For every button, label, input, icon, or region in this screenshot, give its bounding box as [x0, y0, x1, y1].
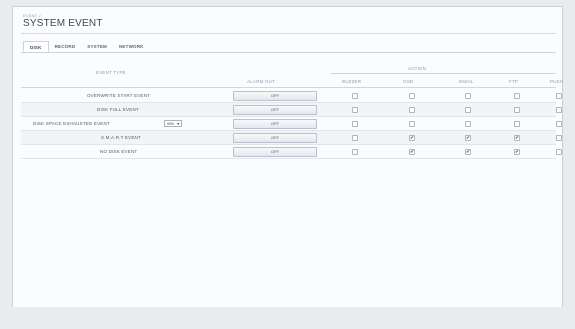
header-email: EMAIL	[459, 79, 474, 84]
push-checkbox[interactable]	[556, 135, 562, 141]
tab-disk[interactable]: DISK	[23, 41, 49, 52]
buzzer-checkbox[interactable]	[352, 93, 358, 99]
ftp-checkbox[interactable]	[514, 149, 520, 155]
header-push: PUSH	[550, 79, 564, 84]
event-label: NO DISK EVENT	[100, 149, 138, 154]
push-checkbox[interactable]	[556, 149, 562, 155]
table-row: NO DISK EVENT OFF	[21, 145, 562, 159]
header-event-type: EVENT TYPE	[96, 70, 126, 75]
threshold-select[interactable]: 90% ▼	[164, 120, 182, 127]
ftp-checkbox[interactable]	[514, 107, 520, 113]
buzzer-checkbox[interactable]	[352, 107, 358, 113]
ftp-checkbox[interactable]	[514, 135, 520, 141]
system-event-panel: EVENT > SYSTEM EVENT DISK RECORD SYSTEM …	[12, 6, 563, 329]
alarm-out-button[interactable]: OFF	[233, 91, 317, 101]
table-row: DISK FULL EVENT OFF	[21, 103, 562, 117]
event-label: DISK SPACE EXHAUSTED EVENT	[33, 121, 110, 126]
buzzer-checkbox[interactable]	[352, 149, 358, 155]
header-action: ACTION	[408, 66, 427, 71]
table-row: S.M.A.R.T EVENT OFF	[21, 131, 562, 145]
email-checkbox[interactable]	[465, 121, 471, 127]
alarm-out-button[interactable]: OFF	[233, 105, 317, 115]
tab-network[interactable]: NETWORK	[113, 41, 150, 52]
alarm-out-button[interactable]: OFF	[233, 119, 317, 129]
ftp-checkbox[interactable]	[514, 93, 520, 99]
osd-checkbox[interactable]	[409, 107, 415, 113]
alarm-out-button[interactable]: OFF	[233, 133, 317, 143]
alarm-out-button[interactable]: OFF	[233, 147, 317, 157]
osd-checkbox[interactable]	[409, 121, 415, 127]
tab-system[interactable]: SYSTEM	[81, 41, 113, 52]
page-title: SYSTEM EVENT	[23, 18, 103, 29]
header-alarm-out: ALARM OUT	[247, 79, 276, 84]
tab-record[interactable]: RECORD	[49, 41, 82, 52]
osd-checkbox[interactable]	[409, 93, 415, 99]
header-osd: OSD	[403, 79, 414, 84]
row-divider	[21, 158, 556, 159]
threshold-value: 90%	[167, 122, 175, 126]
header-ftp: FTP	[509, 79, 519, 84]
action-header-divider	[331, 73, 556, 74]
email-checkbox[interactable]	[465, 93, 471, 99]
event-label: DISK FULL EVENT	[97, 107, 139, 112]
buzzer-checkbox[interactable]	[352, 135, 358, 141]
dropdown-arrow-icon: ▼	[176, 122, 180, 126]
table-row: DISK SPACE EXHAUSTED EVENT 90% ▼ OFF	[21, 117, 562, 131]
event-label: S.M.A.R.T EVENT	[101, 135, 141, 140]
osd-checkbox[interactable]	[409, 135, 415, 141]
event-label: OVERWRITE START EVENT	[87, 93, 151, 98]
ftp-checkbox[interactable]	[514, 121, 520, 127]
tab-divider	[21, 52, 556, 53]
osd-checkbox[interactable]	[409, 149, 415, 155]
title-divider	[21, 33, 556, 34]
email-checkbox[interactable]	[465, 149, 471, 155]
bottom-strip	[0, 307, 575, 329]
push-checkbox[interactable]	[556, 93, 562, 99]
email-checkbox[interactable]	[465, 135, 471, 141]
header-divider	[21, 87, 556, 88]
header-buzzer: BUZZER	[342, 79, 362, 84]
table-row: OVERWRITE START EVENT OFF	[21, 89, 562, 103]
email-checkbox[interactable]	[465, 107, 471, 113]
buzzer-checkbox[interactable]	[352, 121, 358, 127]
push-checkbox[interactable]	[556, 107, 562, 113]
push-checkbox[interactable]	[556, 121, 562, 127]
